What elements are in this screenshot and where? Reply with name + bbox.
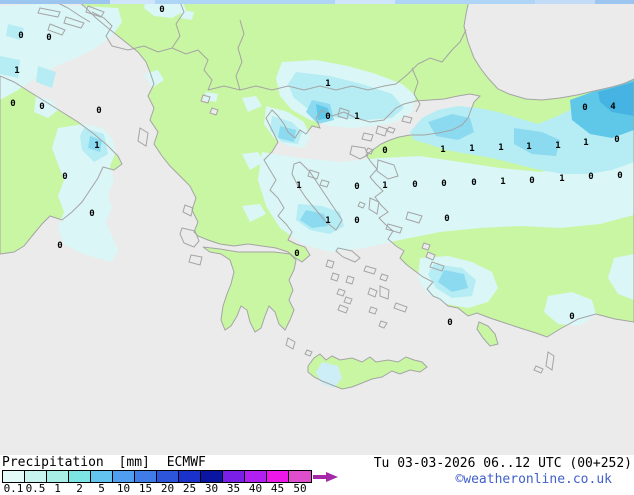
precip-value-marker: 0 xyxy=(412,180,417,190)
scale-tick-label: 0.5 xyxy=(25,482,46,495)
precip-value-marker: 0 xyxy=(617,171,622,181)
precip-value-marker: 1 xyxy=(559,174,564,184)
precip-value-marker: 0 xyxy=(582,103,587,113)
precip-value-marker: 0 xyxy=(441,179,446,189)
precip-value-marker: 0 xyxy=(10,99,15,109)
precip-value-marker: 1 xyxy=(526,142,531,152)
top-edge-strip xyxy=(0,0,634,4)
scale-tick-label: 40 xyxy=(248,482,263,495)
precip-value-marker: 1 xyxy=(94,141,99,151)
scale-tick-label: 35 xyxy=(226,482,241,495)
precip-value-marker: 1 xyxy=(296,181,301,191)
legend-unit-label: [mm] xyxy=(118,455,150,470)
precip-value-marker: 0 xyxy=(57,241,62,251)
precip-value-marker: 0 xyxy=(39,102,44,112)
precip-value-marker: 0 xyxy=(46,33,51,43)
scale-overflow-arrow-icon xyxy=(313,472,338,482)
precip-value-marker: 4 xyxy=(610,102,616,112)
scale-tick-label: 25 xyxy=(182,482,197,495)
scale-cell: 0.1 xyxy=(3,471,25,494)
precip-value-marker: 0 xyxy=(471,178,476,188)
precip-value-marker: 0 xyxy=(529,176,534,186)
legend-title: Precipitation [mm] ECMWF xyxy=(2,455,206,471)
legend-bar-area: Precipitation [mm] ECMWF 0.1 0.5 1 2 5 10 15 20… xyxy=(0,455,634,494)
scale-tick-label: 10 xyxy=(116,482,131,495)
precip-value-marker: 0 xyxy=(354,182,359,192)
scale-cell: 40 xyxy=(245,471,267,494)
scale-cell: 5 xyxy=(91,471,113,494)
map-canvas: 0 0 0 1 0 0 0 1 0 0 0 0 1 0 1 0 4 0 1 1 1 1 1 1 0 1 0 1 0 0 0 1 0 1 0 0 1 0 0 0… xyxy=(0,0,634,455)
precip-value-marker: 0 xyxy=(294,249,299,259)
scale-cell: 45 xyxy=(267,471,289,494)
scale-tick-label: 15 xyxy=(138,482,153,495)
scale-cell: 25 xyxy=(179,471,201,494)
precip-value-marker: 1 xyxy=(14,66,19,76)
scale-tick-label: 20 xyxy=(160,482,175,495)
precip-value-marker: 0 xyxy=(96,106,101,116)
precip-value-marker: 1 xyxy=(498,143,503,153)
scale-cell: 0.5 xyxy=(25,471,47,494)
precip-value-marker: 0 xyxy=(569,312,574,322)
scale-cell: 35 xyxy=(223,471,245,494)
precip-value-marker: 0 xyxy=(444,214,449,224)
precipitation-map: 0 0 0 1 0 0 0 1 0 0 0 0 1 0 1 0 4 0 1 1 1 1 1 1 0 1 0 1 0 0 0 1 0 1 0 0 1 0 0 0… xyxy=(0,0,634,455)
copyright-link[interactable]: ©weatheronline.co.uk xyxy=(455,472,612,487)
scale-tick-label: 1 xyxy=(54,482,61,495)
precip-value-marker: 0 xyxy=(354,216,359,226)
precip-value-marker: 1 xyxy=(555,141,560,151)
precip-value-marker: 0 xyxy=(159,5,164,15)
scale-tick-label: 30 xyxy=(204,482,219,495)
precip-value-marker: 1 xyxy=(382,181,387,191)
precip-value-marker: 0 xyxy=(382,146,387,156)
scale-cell: 1 xyxy=(47,471,69,494)
scale-tick-label: 0.1 xyxy=(3,482,24,495)
scale-tick-label: 2 xyxy=(76,482,83,495)
precip-value-marker: 1 xyxy=(325,216,330,226)
precip-value-marker: 0 xyxy=(588,172,593,182)
precip-value-marker: 0 xyxy=(614,135,619,145)
legend-parameter-label: Precipitation xyxy=(2,455,104,471)
precip-value-marker: 1 xyxy=(440,145,445,155)
precip-value-marker: 0 xyxy=(89,209,94,219)
legend-model-label: ECMWF xyxy=(166,455,206,470)
precip-value-marker: 0 xyxy=(447,318,452,328)
precip-value-marker: 0 xyxy=(18,31,23,41)
precip-value-marker: 1 xyxy=(500,177,505,187)
precip-value-marker: 1 xyxy=(583,138,588,148)
legend-color-scale: 0.1 0.5 1 2 5 10 15 20 25 30 35 40 45 50 xyxy=(2,470,312,494)
scale-cell: 10 xyxy=(113,471,135,494)
scale-tick-label: 50 xyxy=(293,482,307,495)
scale-tick-label: 5 xyxy=(98,482,105,495)
scale-cell: 50 xyxy=(289,471,311,494)
scale-cell: 30 xyxy=(201,471,223,494)
scale-cell: 20 xyxy=(157,471,179,494)
scale-cell: 2 xyxy=(69,471,91,494)
scale-tick-label: 45 xyxy=(270,482,285,495)
scale-cell: 15 xyxy=(135,471,157,494)
precip-value-marker: 1 xyxy=(354,112,359,122)
precip-value-marker: 0 xyxy=(62,172,67,182)
precip-value-marker: 1 xyxy=(469,144,474,154)
precip-value-marker: 0 xyxy=(325,112,330,122)
precip-value-marker: 1 xyxy=(325,79,330,89)
valid-time-label: Tu 03-03-2026 06..12 UTC (00+252) xyxy=(373,456,632,471)
weather-map-page: { "map": { "colors": { "sea": "#ebebeb",… xyxy=(0,0,634,494)
